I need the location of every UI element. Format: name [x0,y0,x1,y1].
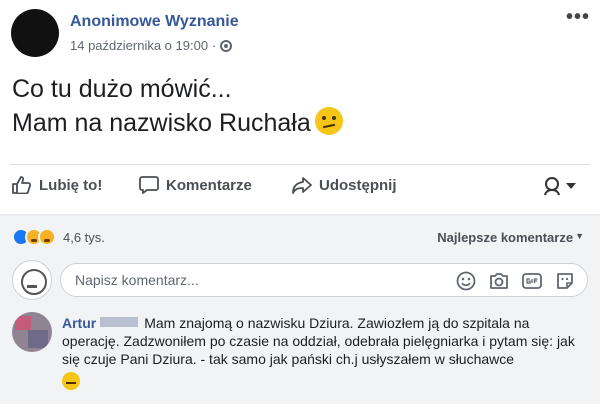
post-actions-bar: Lubię to! Komentarze Udostępnij [0,170,600,204]
share-arrow-icon [292,177,312,194]
comment-author-link[interactable]: Artur [62,315,96,331]
post-as-selector[interactable] [542,176,576,196]
like-button[interactable]: Lubię to! [12,176,102,194]
like-button-label: Lubię to! [39,176,103,194]
commenter-avatar[interactable] [12,312,52,352]
sticker-icon[interactable] [554,270,575,291]
post-text-line-1: Co tu dużo mówić... [12,75,232,103]
share-button[interactable]: Udostępnij [292,176,397,194]
comment-emoji-icon [62,372,80,390]
comment-text: Mam znajomą o nazwisku Dziura. Zawiozłem… [62,315,575,367]
camera-icon[interactable] [488,270,509,291]
gif-icon[interactable] [521,270,542,291]
page-name-link[interactable]: Anonimowe Wyznanie [70,13,239,31]
post-text-line-2: Mam na nazwisko Ruchała [12,106,343,140]
comment-sort-dropdown[interactable]: Najlepsze komentarze ▼ [437,230,584,245]
reactions-count: 4,6 tys. [63,229,105,245]
globe-icon [220,39,233,52]
comment-button[interactable]: Komentarze [139,176,252,194]
post-text-line-2-text: Mam na nazwisko Ruchała [12,109,311,137]
meta-separator: · [212,38,217,53]
post-date[interactable]: 14 października o 19:00 [70,38,208,53]
profile-avatar-icon [544,177,560,196]
more-options-icon[interactable]: ••• [566,7,590,27]
comments-section: 4,6 tys. Najlepsze komentarze ▼ Napisz ko… [0,216,600,404]
reactions-summary[interactable]: 4,6 tys. [12,228,105,246]
share-button-label: Udostępnij [319,176,397,194]
comment-composer[interactable]: Napisz komentarz... [60,263,588,297]
confused-emoji-icon [314,107,343,135]
post-text: Co tu dużo mówić... Mam na nazwisko Ruch… [12,72,343,140]
comment-button-label: Komentarze [166,176,252,194]
blurred-surname [100,317,139,327]
post-card: Anonimowe Wyznanie 14 października o 19:… [0,0,600,220]
comment-item: Artur Mam znajomą o nazwisku Dziura. Zawi… [62,314,582,368]
emoji-picker-icon[interactable] [455,270,476,291]
sad-reaction-icon [38,228,56,246]
divider [10,164,590,165]
comment-bubble-icon [139,176,159,194]
thumbs-up-icon [12,176,32,194]
chevron-down-icon [566,183,576,189]
caret-down-icon: ▼ [575,231,584,241]
current-user-avatar [12,260,52,300]
comment-sort-label: Najlepsze komentarze [437,230,574,245]
page-avatar[interactable] [11,9,59,57]
composer-tools [455,270,575,291]
comment-input[interactable]: Napisz komentarz... [75,272,199,288]
post-meta: 14 października o 19:00 · [70,38,233,53]
